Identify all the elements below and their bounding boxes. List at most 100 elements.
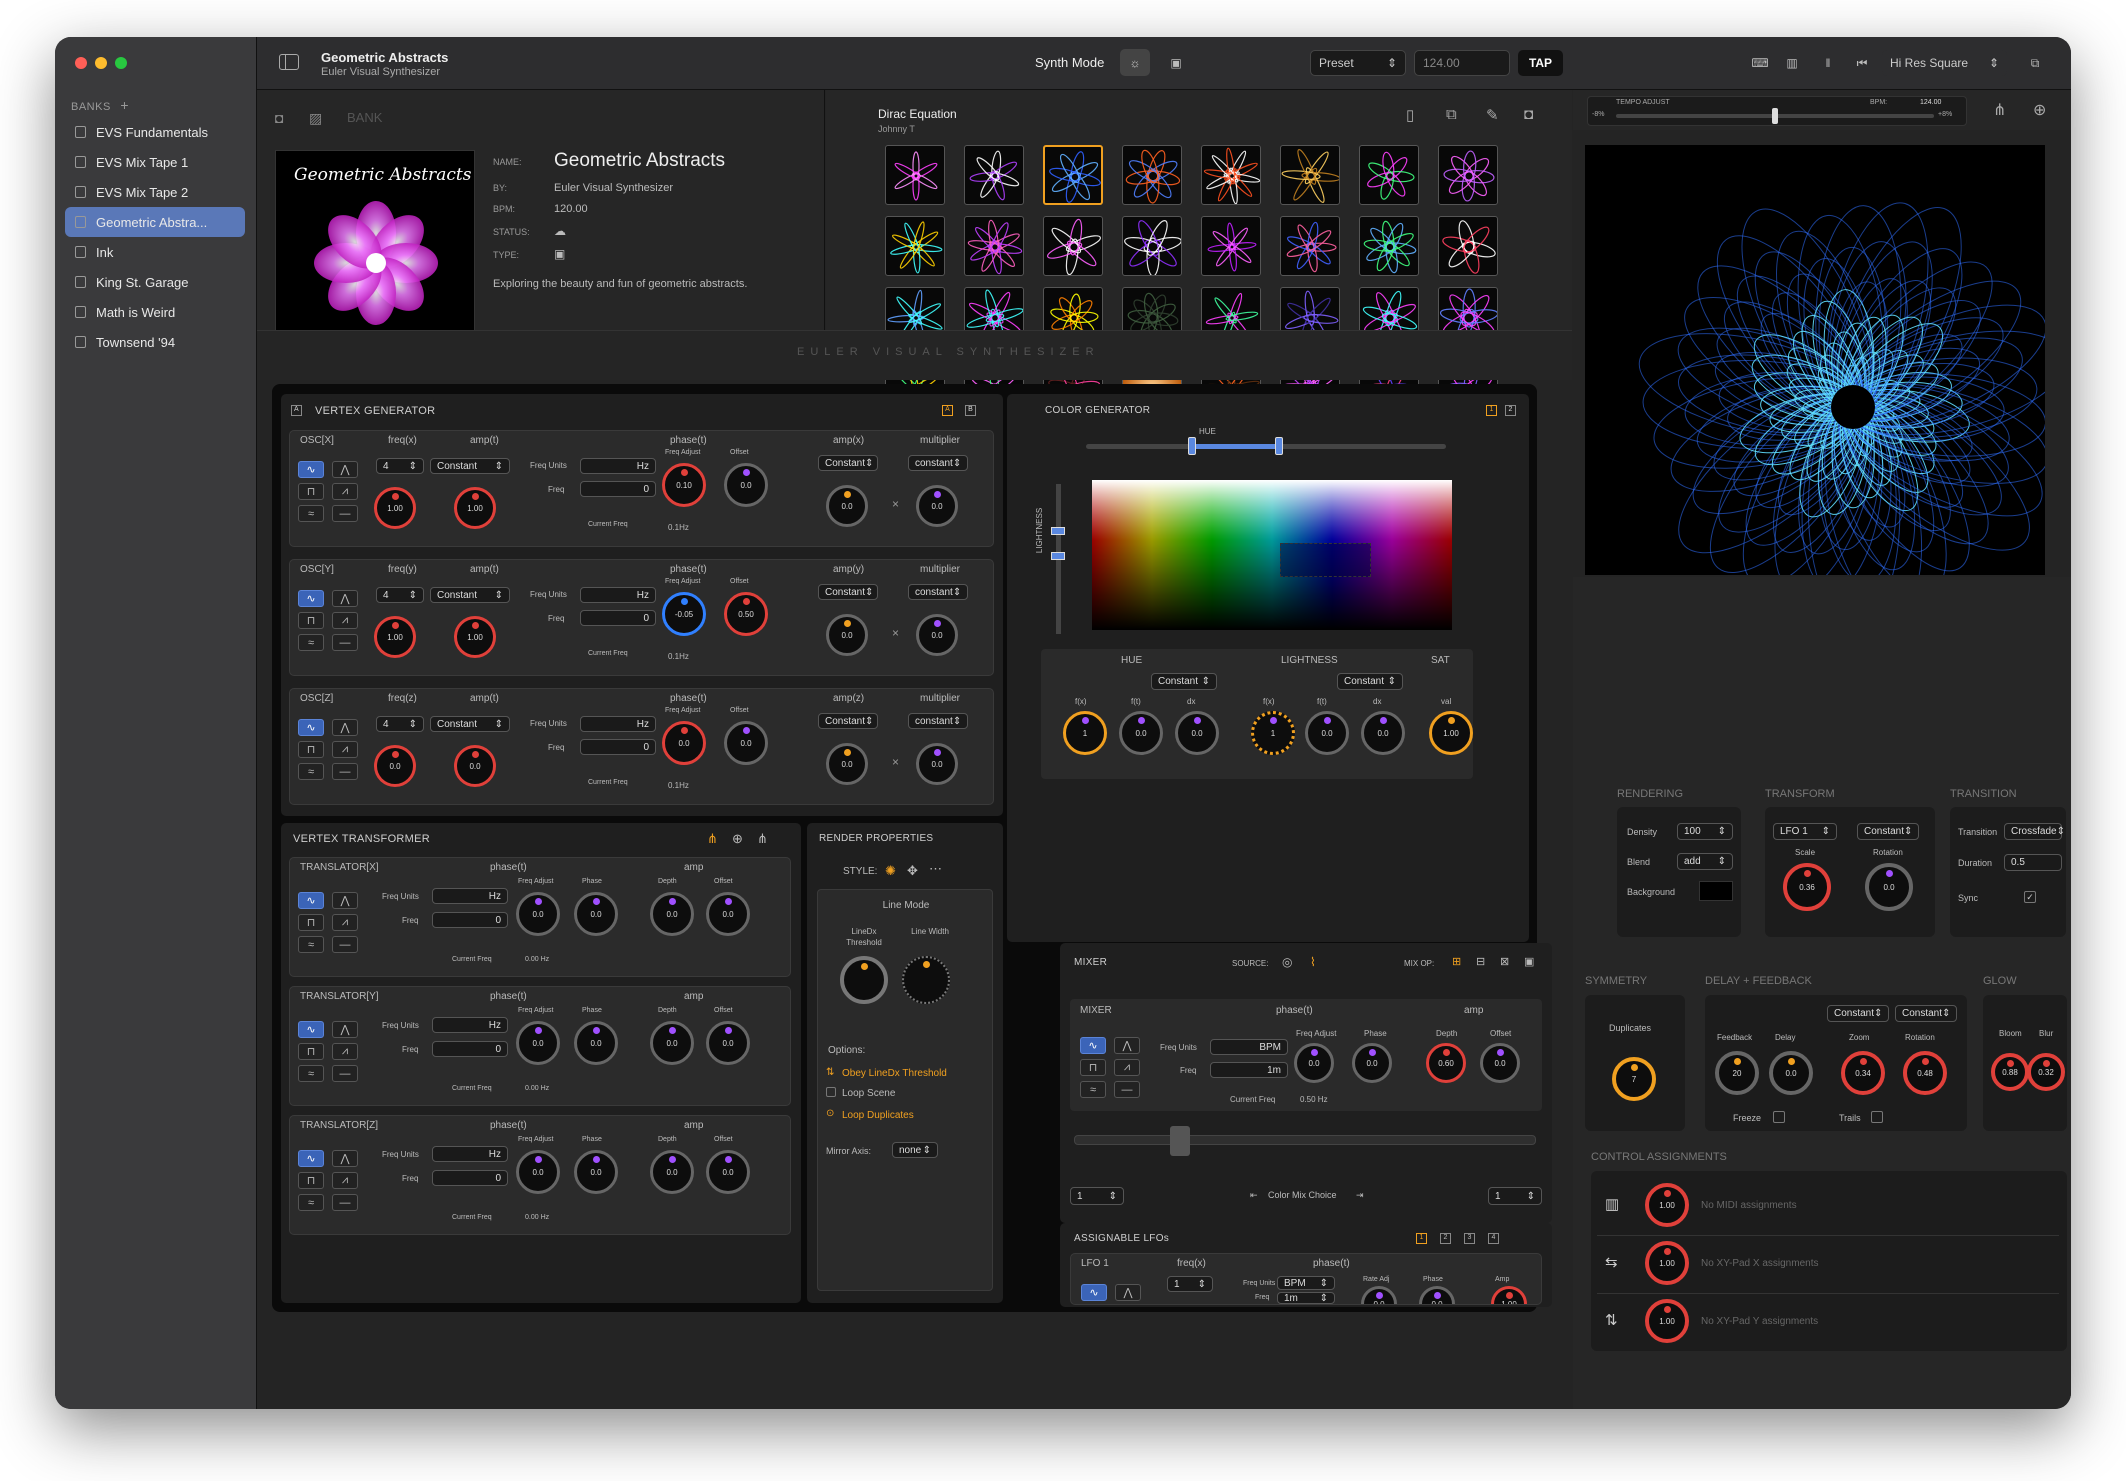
translator-freq-field[interactable]: 0 <box>432 1170 508 1186</box>
source-wave-icon[interactable]: ⌇ <box>1310 955 1316 969</box>
lfo-amp-knob[interactable]: 1.00 <box>1491 1286 1527 1304</box>
mixer-units-select[interactable]: BPM <box>1210 1039 1288 1055</box>
translator-square-button[interactable]: ⊓ <box>298 1043 324 1060</box>
multiplier-knob[interactable]: 0.0 <box>916 614 958 656</box>
globe-icon[interactable]: ⊕ <box>732 831 743 847</box>
osc-tri-button[interactable]: ⋀ <box>332 461 358 478</box>
network-icon[interactable]: ⋔ <box>757 831 768 847</box>
harmonic-count[interactable]: 4 ⇕ <box>376 716 424 732</box>
sidebar-item[interactable]: EVS Mix Tape 2 <box>65 177 245 207</box>
delay-knob[interactable]: 0.0 <box>1769 1051 1813 1095</box>
lfo-page-2[interactable]: 2 <box>1440 1233 1451 1244</box>
osc-flat-button[interactable]: — <box>332 505 358 522</box>
translator-square-button[interactable]: ⊓ <box>298 1172 324 1189</box>
color-picker-area[interactable] <box>1092 480 1452 630</box>
preset-thumbnail[interactable] <box>964 216 1024 276</box>
translator-depth-knob[interactable]: 0.0 <box>650 1150 694 1194</box>
translator-units-select[interactable]: Hz <box>432 888 508 904</box>
lfo-count[interactable]: 1 ⇕ <box>1167 1276 1213 1292</box>
delay-rotation-knob[interactable]: 0.48 <box>1903 1051 1947 1095</box>
multiplier-knob[interactable]: 0.0 <box>916 485 958 527</box>
osc-noise-button[interactable]: ≈ <box>298 505 324 522</box>
amp-knob[interactable]: 1.00 <box>374 616 416 658</box>
mixer-fa-knob[interactable]: 0.0 <box>1294 1043 1334 1083</box>
preset-thumbnail[interactable] <box>1438 216 1498 276</box>
option-loop-duplicates[interactable]: Loop Duplicates <box>842 1110 914 1121</box>
color-fn-knob[interactable]: 1 <box>1251 711 1295 755</box>
option-obey-threshold[interactable]: Obey LineDx Threshold <box>842 1068 947 1079</box>
mirror-axis-select[interactable]: none ⇕ <box>892 1142 938 1158</box>
harmonic-count[interactable]: 4 ⇕ <box>376 587 424 603</box>
amp-t-knob[interactable]: 0.0 <box>454 745 496 787</box>
preset-select[interactable]: Preset ⇕ <box>1310 50 1406 76</box>
amp-t-knob[interactable]: 1.00 <box>454 487 496 529</box>
translator-flat-button[interactable]: — <box>332 1065 358 1082</box>
duration-field[interactable]: 0.5 <box>2004 854 2062 871</box>
blend-select[interactable]: add ⇕ <box>1677 853 1733 870</box>
osc-tri-button[interactable]: ⋀ <box>332 590 358 607</box>
translator-units-select[interactable]: Hz <box>432 1146 508 1162</box>
document-icon[interactable]: ▯ <box>1406 106 1414 124</box>
osc-square-button[interactable]: ⊓ <box>298 741 324 758</box>
mixop-layer-icon[interactable]: ▣ <box>1524 955 1534 968</box>
transform-mode-icon[interactable]: ⋔ <box>707 831 718 847</box>
freq-field[interactable]: 0 <box>580 481 656 497</box>
lfo-phase-knob[interactable]: 0.0 <box>1419 1286 1455 1304</box>
osc-flat-button[interactable]: — <box>332 634 358 651</box>
preset-thumbnail[interactable] <box>885 145 945 205</box>
more-icon[interactable]: ⋯ <box>929 861 942 877</box>
trails-checkbox[interactable] <box>1871 1111 1883 1123</box>
lfo-tri-button[interactable]: ⋀ <box>1115 1284 1141 1301</box>
amp-fn-select[interactable]: Constant ⇕ <box>818 455 878 471</box>
translator-tri-button[interactable]: ⋀ <box>332 1150 358 1167</box>
harmonic-count[interactable]: 4 ⇕ <box>376 458 424 474</box>
freq-units-select[interactable]: Hz <box>580 716 656 732</box>
minimize-window-button[interactable] <box>95 57 107 69</box>
source-camera-icon[interactable]: ◎ <box>1282 955 1292 969</box>
density-field[interactable]: 100 ⇕ <box>1677 823 1733 840</box>
freq-units-select[interactable]: Hz <box>580 458 656 474</box>
mix-right-select[interactable]: 1 ⇕ <box>1488 1187 1542 1205</box>
translator-sine-button[interactable]: ∿ <box>298 1021 324 1038</box>
hue-mode-select[interactable]: Constant ⇕ <box>1151 673 1217 690</box>
osc-saw-button[interactable]: ⩘ <box>332 741 358 758</box>
amp-fn-select[interactable]: Constant ⇕ <box>818 713 878 729</box>
translator-freq-field[interactable]: 0 <box>432 1041 508 1057</box>
osc-sine-button[interactable]: ∿ <box>298 590 324 607</box>
osc-square-button[interactable]: ⊓ <box>298 483 324 500</box>
mixer-tri-button[interactable]: ⋀ <box>1114 1037 1140 1054</box>
preset-thumbnail[interactable] <box>964 145 1024 205</box>
zoom-mode-select[interactable]: Constant ⇕ <box>1827 1005 1889 1022</box>
lfo-page-4[interactable]: 4 <box>1488 1233 1499 1244</box>
osc-sine-button[interactable]: ∿ <box>298 719 324 736</box>
mix-left-select[interactable]: 1 ⇕ <box>1070 1187 1124 1205</box>
translator-fa-knob[interactable]: 0.0 <box>516 1150 560 1194</box>
vertex-b-button[interactable]: B <box>965 405 976 416</box>
duplicates-knob[interactable]: 7 <box>1612 1057 1656 1101</box>
translator-tri-button[interactable]: ⋀ <box>332 892 358 909</box>
preset-thumbnail[interactable] <box>1280 145 1340 205</box>
edit-icon[interactable]: ✎ <box>1486 106 1499 124</box>
close-window-button[interactable] <box>75 57 87 69</box>
lfo-freq-field[interactable]: 1m ⇕ <box>1277 1292 1335 1304</box>
color-fn-knob[interactable]: 0.0 <box>1119 711 1163 755</box>
rotation-knob[interactable]: 0.0 <box>1865 863 1913 911</box>
photo-icon[interactable]: ▨ <box>309 110 322 127</box>
display-icon[interactable]: ▣ <box>1161 49 1191 76</box>
translator-saw-button[interactable]: ⩘ <box>332 1172 358 1189</box>
assignment-knob[interactable]: 1.00 <box>1645 1241 1689 1285</box>
bpm-field[interactable]: 124.00 <box>1414 50 1510 76</box>
offset-knob[interactable]: 0.0 <box>724 721 768 765</box>
color-fn-knob[interactable]: 0.0 <box>1175 711 1219 755</box>
preset-thumbnail[interactable] <box>1438 145 1498 205</box>
translator-tri-button[interactable]: ⋀ <box>332 1021 358 1038</box>
sidebar-item[interactable]: Math is Weird <box>65 297 245 327</box>
osc-noise-button[interactable]: ≈ <box>298 634 324 651</box>
multiplier-knob[interactable]: 0.0 <box>916 743 958 785</box>
line-width-knob[interactable] <box>902 956 950 1004</box>
assignment-knob[interactable]: 1.00 <box>1645 1299 1689 1343</box>
translator-offset-knob[interactable]: 0.0 <box>706 892 750 936</box>
mixop-mul-icon[interactable]: ⊠ <box>1500 955 1509 968</box>
sidebar-item[interactable]: Townsend '94 <box>65 327 245 357</box>
amp-x-knob[interactable]: 0.0 <box>826 743 868 785</box>
